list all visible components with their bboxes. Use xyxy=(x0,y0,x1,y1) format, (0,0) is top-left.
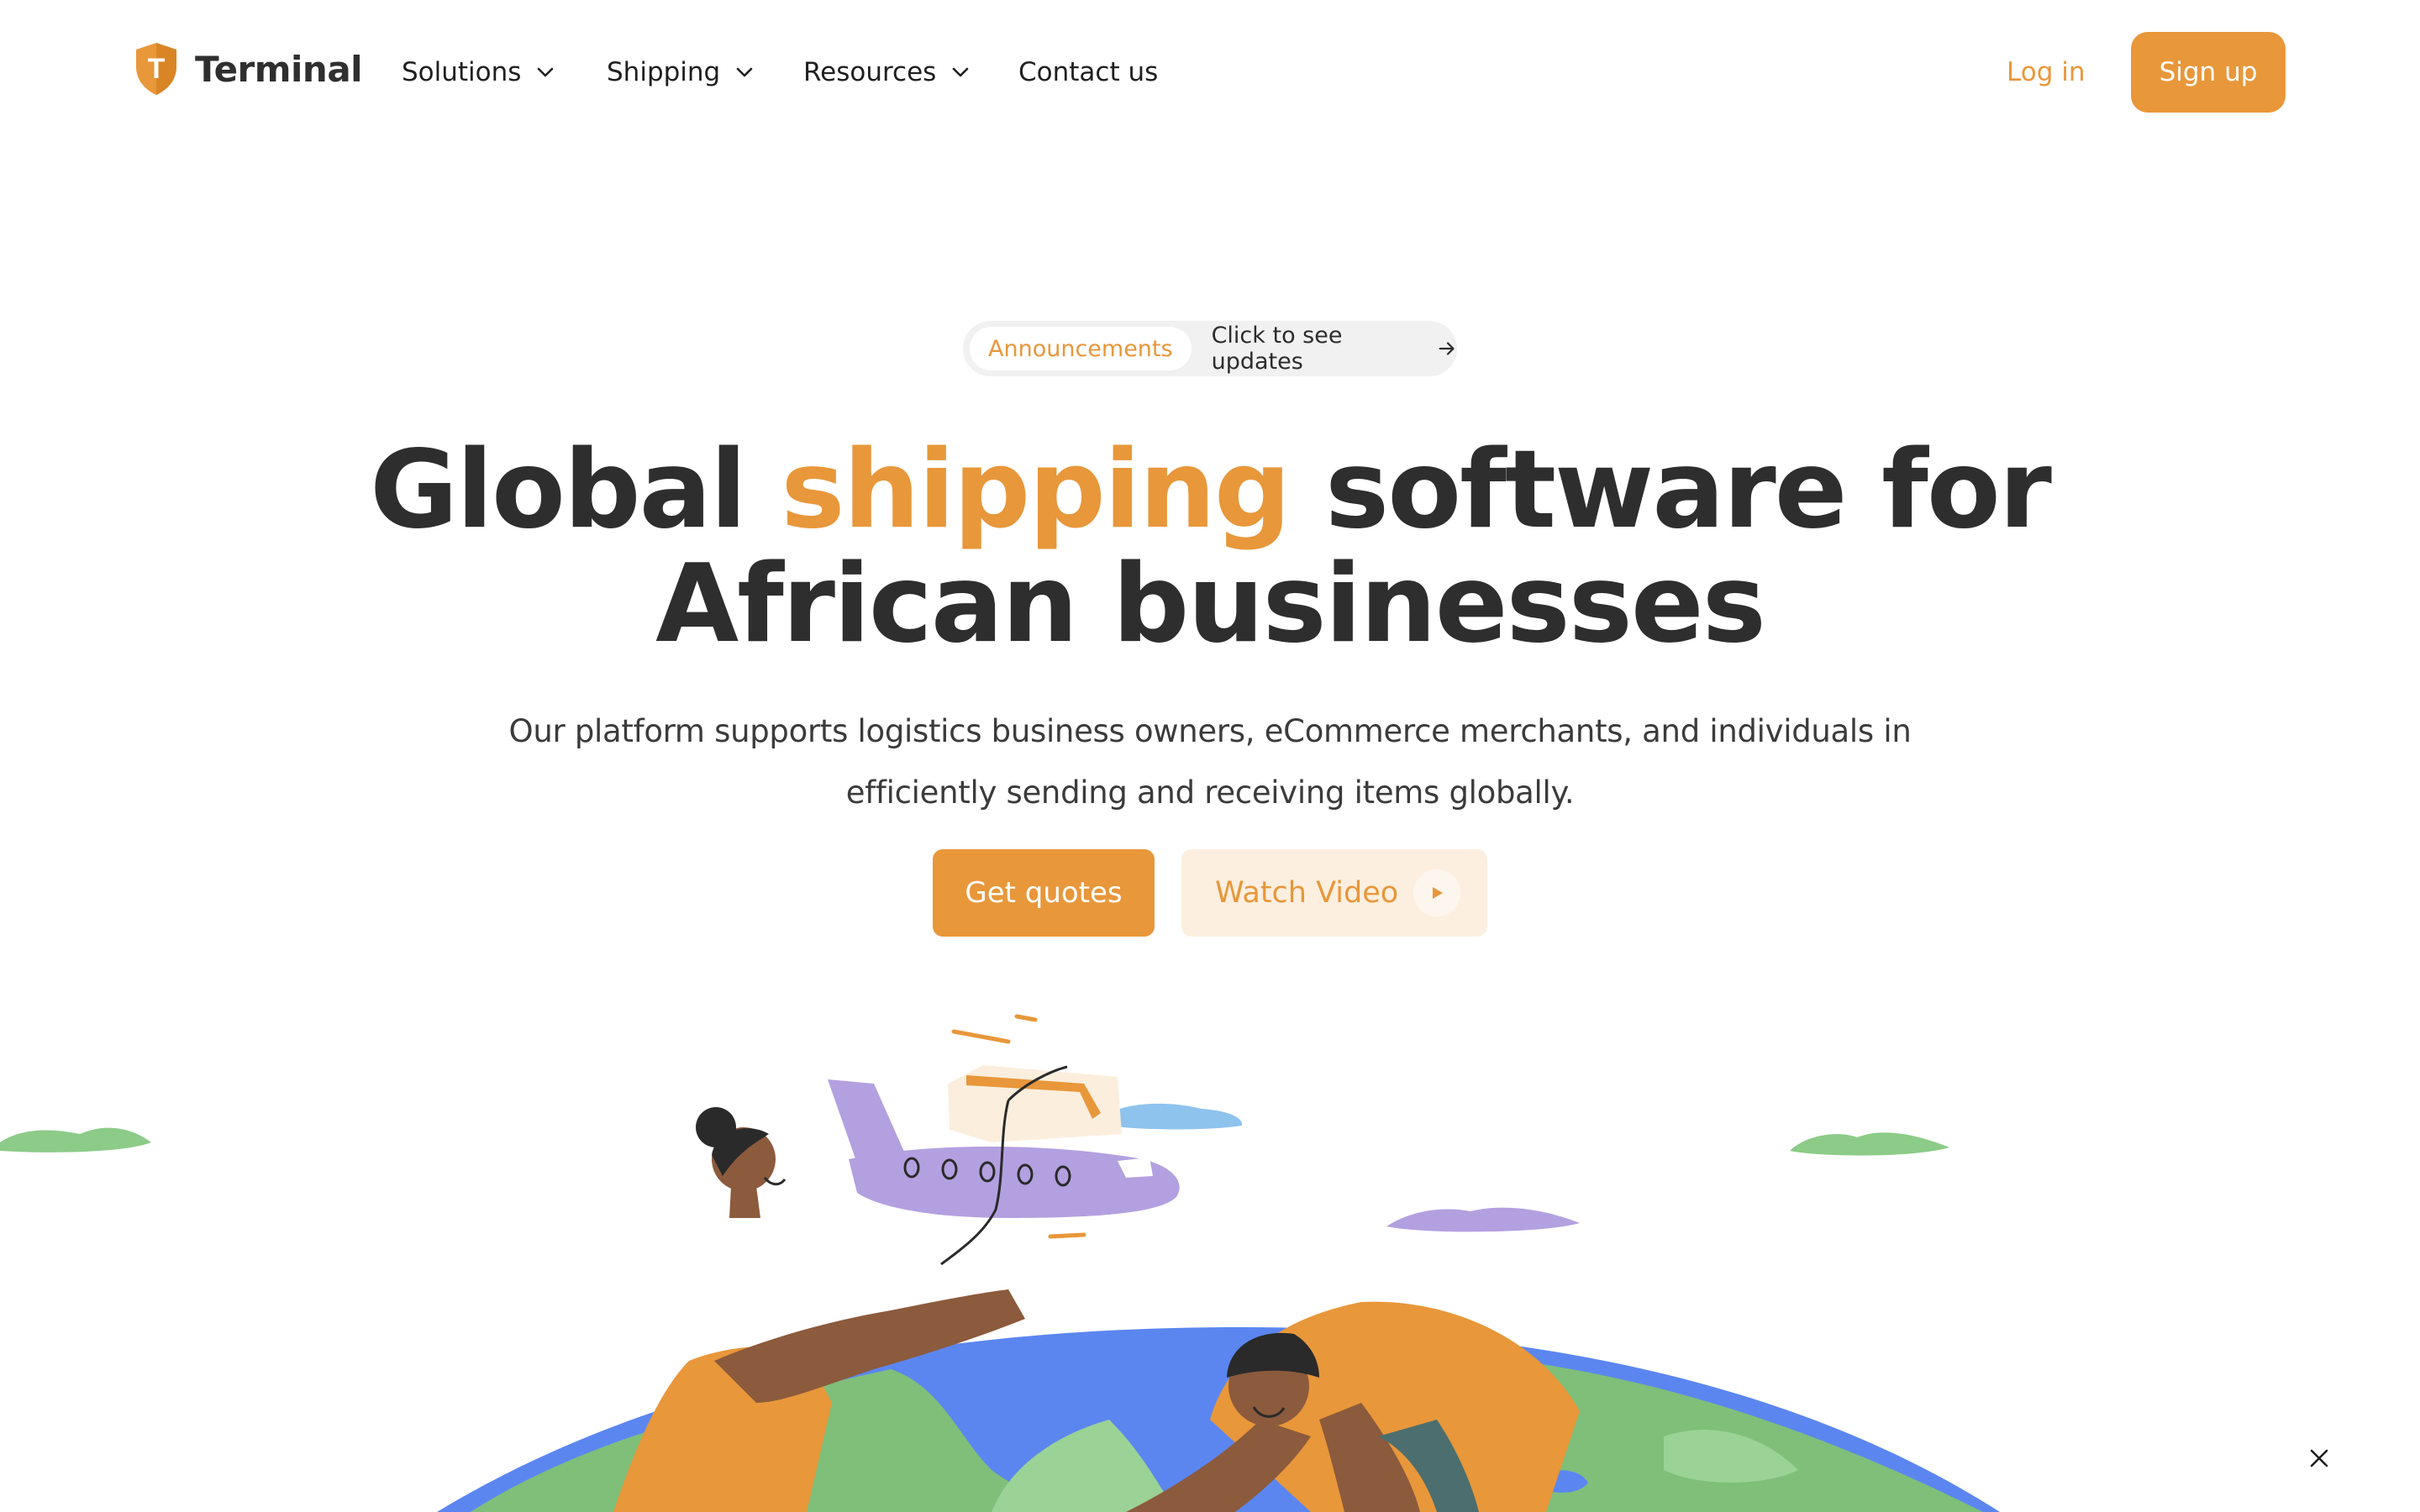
cloud-left xyxy=(0,1127,151,1152)
cloud-blue xyxy=(1109,1103,1243,1130)
login-link[interactable]: Log in xyxy=(2007,52,2085,92)
cloud-purple xyxy=(1386,1207,1580,1232)
hero-subtitle: Our platform supports logistics business… xyxy=(508,713,1912,811)
watch-video-button[interactable]: Watch Video xyxy=(1181,849,1487,937)
nav-resources[interactable]: Resources xyxy=(803,52,971,92)
plane-tail xyxy=(828,1079,908,1163)
play-button xyxy=(1413,869,1461,916)
chevron-down-icon xyxy=(736,67,753,77)
hero-illustration xyxy=(0,966,2420,1512)
chevron-down-icon xyxy=(953,67,969,77)
shield-logo-icon: T xyxy=(136,43,176,95)
close-icon xyxy=(2310,1449,2328,1467)
hero-title: Global shipping software for African bus… xyxy=(252,433,2168,662)
watch-video-label: Watch Video xyxy=(1215,876,1399,910)
chevron-down-icon xyxy=(538,67,554,77)
brand-name: Terminal xyxy=(195,48,363,90)
nav-resources-label: Resources xyxy=(803,57,937,87)
logo-letter: T xyxy=(148,53,166,85)
brand-logo[interactable]: T Terminal xyxy=(133,39,363,99)
close-button[interactable] xyxy=(2302,1441,2336,1475)
nav-shipping-label: Shipping xyxy=(607,57,721,87)
site-header: T Terminal Solutions Shipping Resources … xyxy=(0,0,2420,144)
announcement-tag: Announcements xyxy=(970,327,1192,370)
woman-neck xyxy=(729,1186,760,1218)
nav-contact-us[interactable]: Contact us xyxy=(1018,52,1158,92)
nav-solutions[interactable]: Solutions xyxy=(402,52,556,92)
nav-shipping[interactable]: Shipping xyxy=(607,52,755,92)
announcement-pill[interactable]: Announcements Click to see updates xyxy=(963,321,1457,376)
hero-title-accent: shipping xyxy=(781,428,1291,553)
announcement-text: Click to see updates xyxy=(1211,323,1343,375)
get-quotes-button[interactable]: Get quotes xyxy=(933,849,1155,937)
nav-contact-label: Contact us xyxy=(1018,57,1159,87)
hero-title-part1: Global xyxy=(370,428,781,553)
play-icon xyxy=(1433,887,1444,899)
cloud-right xyxy=(1790,1132,1949,1156)
arrow-right-icon xyxy=(1439,342,1455,355)
nav-solutions-label: Solutions xyxy=(402,57,522,87)
signup-button[interactable]: Sign up xyxy=(2131,32,2286,113)
globe-delivery-illustration xyxy=(0,1014,2000,1512)
